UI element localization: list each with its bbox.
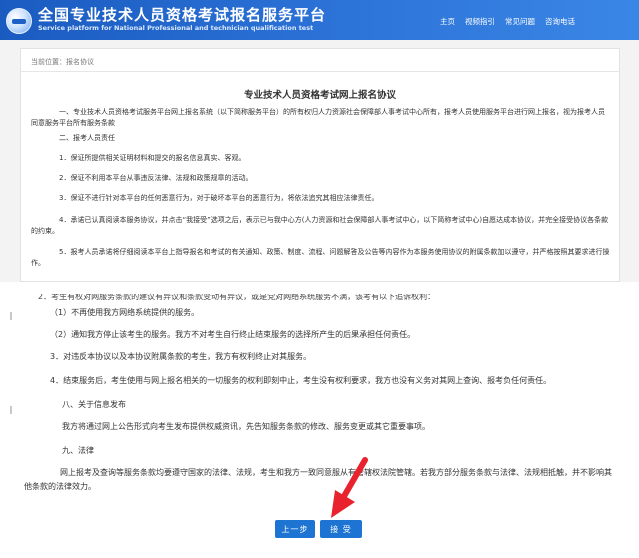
clause-info-release: 我方将通过网上公告形式向考生发布提供权威资讯，先告知服务条款的修改、服务变更或其… xyxy=(62,422,430,431)
red-arrow-icon xyxy=(331,457,368,518)
section-heading-law: 九、法律 xyxy=(62,446,94,455)
nav-home[interactable]: 主页 xyxy=(440,16,455,27)
agreement-item-4: 4．承诺已认真阅读本服务协议，并点击“我接受”选项之后，表示已与我中心方(人力资… xyxy=(31,216,609,235)
platform-logo-icon xyxy=(6,8,32,34)
top-screenshot: 全国专业技术人员资格考试报名服务平台 Service platform for … xyxy=(0,0,639,282)
clipped-text-line: 2．考生有权对网服务条款的建议有异议和条款变动有异议，或是党对网络系统服务不满，… xyxy=(38,294,436,300)
left-edge-mark xyxy=(10,406,12,414)
clause-3: 3．对违反本协议以及本协议附属条款的考生，我方有权利终止对其服务。 xyxy=(50,352,312,361)
clause-law: 网上报考及查询等服务条款均要遵守国家的法律、法规，考生和我方一致同意服从有管辖权… xyxy=(24,468,612,491)
agreement-paragraph-1: 一、专业技术人员资格考试服务平台网上报名系统（以下简称服务平台）的所有权归人力资… xyxy=(31,108,605,127)
top-nav: 主页 视频指引 常见问题 咨询电话 xyxy=(440,16,575,27)
breadcrumb: 当前位置：报名协议 xyxy=(31,58,94,66)
section-heading-info-release: 八、关于信息发布 xyxy=(62,400,126,409)
site-header: 全国专业技术人员资格考试报名服务平台 Service platform for … xyxy=(0,0,639,40)
agreement-panel: 当前位置：报名协议 专业技术人员资格考试网上报名协议 一、专业技术人员资格考试服… xyxy=(20,48,620,282)
section-heading-responsibility: 二、报考人员责任 xyxy=(59,134,115,142)
agreement-item-5: 5．报考人员承诺将仔细阅读本平台上指导报名和考试的有关通知、政策、制度、流程、问… xyxy=(31,248,610,267)
previous-step-button[interactable]: 上一步 xyxy=(275,520,315,538)
site-subtitle: Service platform for National Profession… xyxy=(38,24,314,32)
divider xyxy=(21,71,619,72)
agreement-item-3: 3．保证不进行针对本平台的任何恶意行为，对于破坏本平台的恶意行为，将依法追究其相… xyxy=(59,194,379,202)
nav-faq[interactable]: 常见问题 xyxy=(505,16,535,27)
agreement-item-1: 1．保证所提供相关证明材料和提交的报名信息真实、客观。 xyxy=(59,154,246,162)
agreement-title: 专业技术人员资格考试网上报名协议 xyxy=(243,90,396,101)
nav-contact-phone[interactable]: 咨询电话 xyxy=(545,16,575,27)
clause-1: （1）不再使用我方网络系统提供的服务。 xyxy=(50,308,200,317)
left-edge-mark xyxy=(10,312,12,320)
clause-4: 4．结束服务后，考生使用与网上报名相关的一切服务的权利即刻中止，考生没有权利要求… xyxy=(50,376,552,385)
nav-video-guide[interactable]: 视频指引 xyxy=(465,16,495,27)
site-title: 全国专业技术人员资格考试报名服务平台 xyxy=(38,6,327,24)
bottom-screenshot: 2．考生有权对网服务条款的建议有异议和条款变动有异议，或是党对网络系统服务不满，… xyxy=(0,294,639,558)
agreement-item-2: 2．保证不利用本平台从事违反法律、法规和政策规章的活动。 xyxy=(59,174,253,182)
clause-2: （2）通知我方停止该考生的服务。我方不对考生自行终止结束服务的选择所产生的后果承… xyxy=(50,330,416,339)
